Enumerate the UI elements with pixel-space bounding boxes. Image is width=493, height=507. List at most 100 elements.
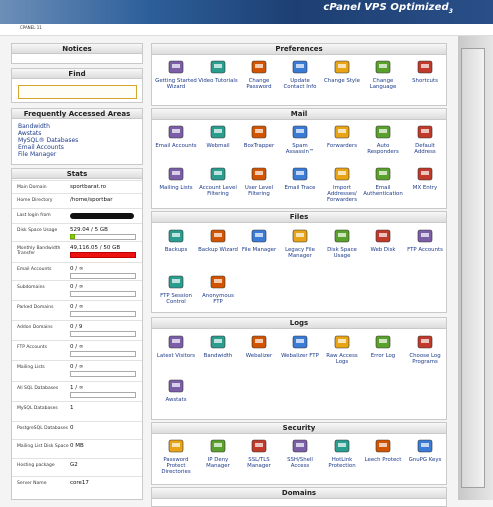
faa-link-2[interactable]: MySQL® Databases	[18, 137, 142, 144]
logs-item-webalizer[interactable]: Webalizer	[238, 333, 280, 359]
webalizer-icon	[251, 335, 267, 349]
preferences-item-video-tutorials[interactable]: Video Tutorials	[197, 58, 239, 84]
item-label: Backups	[164, 247, 188, 253]
usage-bar	[70, 291, 136, 297]
mail-item-mailing-lists[interactable]: Mailing Lists	[155, 165, 197, 191]
item-label: Mailing Lists	[159, 185, 193, 191]
stat-value: 0	[70, 425, 74, 431]
security-item-password-protect-directories[interactable]: Password Protect Directories	[155, 437, 197, 475]
user-filter-icon	[251, 167, 267, 181]
notices-title: Notices	[12, 44, 142, 54]
security-title: Security	[152, 423, 446, 434]
files-item-disk-space-usage[interactable]: Disk Space Usage	[321, 227, 363, 259]
files-item-file-manager[interactable]: File Manager	[238, 227, 280, 253]
mail-item-forwarders[interactable]: Forwarders	[321, 123, 363, 149]
stat-row: FTP Accounts 0 / ∞	[12, 340, 142, 360]
bandwidth-icon	[210, 335, 226, 349]
faa-link-3[interactable]: Email Accounts	[18, 144, 142, 151]
mail-item-email-accounts[interactable]: Email Accounts	[155, 123, 197, 149]
lock-folder-icon	[168, 439, 184, 453]
ip-deny-icon	[210, 439, 226, 453]
logs-item-raw-access-logs[interactable]: Raw Access Logs	[321, 333, 363, 365]
security-item-ssl-tls-manager[interactable]: SSL/TLS Manager	[238, 437, 280, 469]
film-clapper-icon	[210, 60, 226, 74]
find-title: Find	[12, 69, 142, 79]
redacted-ip	[70, 213, 134, 219]
mail-item-spam-assassin[interactable]: Spam Assassin™	[279, 123, 321, 155]
find-input[interactable]	[18, 85, 137, 99]
faa-link-4[interactable]: File Manager	[18, 151, 142, 158]
stat-row: Last login from	[12, 208, 142, 223]
logs-item-choose-log-programs[interactable]: Choose Log Programs	[404, 333, 446, 365]
logs-item-awstats[interactable]: Awstats	[155, 377, 197, 403]
logs-item-error-log[interactable]: Error Log	[362, 333, 404, 359]
ssl-icon	[251, 439, 267, 453]
files-item-anonymous-ftp[interactable]: Anonymous FTP	[197, 273, 239, 305]
item-label: File Manager	[241, 247, 277, 253]
mail-item-account-level-filtering[interactable]: Account Level Filtering	[197, 165, 239, 197]
mail-item-email-authentication[interactable]: Email Authentication	[362, 165, 404, 197]
stat-value: 0 / 9	[70, 324, 83, 330]
stats-panel: Stats Main Domain sportbarat.ro Home Direc…	[11, 168, 143, 500]
preferences-item-change-password[interactable]: Change Password	[238, 58, 280, 90]
boxtrapper-icon	[251, 125, 267, 139]
mail-item-mx-entry[interactable]: MX Entry	[404, 165, 446, 191]
mail-item-import-addresses-forwarders[interactable]: Import Addresses/ Forwarders	[321, 165, 363, 203]
faa-link-1[interactable]: Awstats	[18, 130, 142, 137]
preferences-item-getting-started-wizard[interactable]: Getting Started Wizard	[155, 58, 197, 90]
files-item-web-disk[interactable]: Web Disk	[362, 227, 404, 253]
stat-value: 1	[70, 405, 74, 411]
stat-row: Disk Space Usage 529.04 / 5 GB	[12, 223, 142, 241]
security-item-leech-protect[interactable]: Leech Protect	[362, 437, 404, 463]
files-item-backups[interactable]: Backups	[155, 227, 197, 253]
stat-value: 1 / ∞	[70, 385, 84, 391]
item-label: MX Entry	[412, 185, 438, 191]
preferences-item-update-contact-info[interactable]: Update Contact Info	[279, 58, 321, 90]
logs-item-latest-visitors[interactable]: Latest Visitors	[155, 333, 197, 359]
stat-value: 49,116.05 / 50 GB	[70, 245, 121, 251]
stat-label: Parked Domains	[17, 305, 54, 310]
preferences-item-change-style[interactable]: Change Style	[321, 58, 363, 84]
logs-item-webalizer-ftp[interactable]: Webalizer FTP	[279, 333, 321, 359]
envelope-icon	[168, 125, 184, 139]
mail-item-default-address[interactable]: Default Address	[404, 123, 446, 155]
mail-item-auto-responders[interactable]: Auto Responders	[362, 123, 404, 155]
preferences-item-change-language[interactable]: Change Language	[362, 58, 404, 90]
preferences-item-shortcuts[interactable]: Shortcuts	[404, 58, 446, 84]
mail-title: Mail	[152, 109, 446, 120]
item-label: Account Level Filtering	[199, 185, 237, 197]
security-item-hotlink-protection[interactable]: HotLink Protection	[321, 437, 363, 469]
mail-item-user-level-filtering[interactable]: User Level Filtering	[238, 165, 280, 197]
item-label: FTP Session Control	[160, 293, 192, 305]
files-item-ftp-session-control[interactable]: FTP Session Control	[155, 273, 197, 305]
security-section: Security Password Protect Directories IP …	[151, 422, 447, 485]
item-label: Email Accounts	[155, 143, 197, 149]
mail-item-boxtrapper[interactable]: BoxTrapper	[238, 123, 280, 149]
item-label: HotLink Protection	[328, 457, 356, 469]
files-item-backup-wizard[interactable]: Backup Wizard	[197, 227, 239, 253]
stat-label: Home Directory	[17, 198, 53, 203]
files-item-ftp-accounts[interactable]: FTP Accounts	[404, 227, 446, 253]
stat-value: core17	[70, 480, 89, 486]
security-item-gnupg-keys[interactable]: GnuPG Keys	[404, 437, 446, 463]
stat-row: Subdomains 0 / ∞	[12, 280, 142, 300]
item-label: Email Authentication	[363, 185, 403, 197]
security-item-ip-deny-manager[interactable]: IP Deny Manager	[197, 437, 239, 469]
item-label: Getting Started Wizard	[155, 78, 197, 90]
stat-row: Main Domain sportbarat.ro	[12, 180, 142, 193]
logs-item-bandwidth[interactable]: Bandwidth	[197, 333, 239, 359]
mail-section: Mail Email Accounts Webmail BoxTrapper Spam…	[151, 108, 447, 209]
item-label: Video Tutorials	[198, 78, 238, 84]
cpanel-logo: cPanel VPS Optimized3	[323, 2, 453, 15]
folder-icon	[251, 229, 267, 243]
mail-item-email-trace[interactable]: Email Trace	[279, 165, 321, 191]
security-item-ssh-shell-access[interactable]: SSH/Shell Access	[279, 437, 321, 469]
scrollbar-thumb[interactable]	[461, 48, 485, 488]
item-label: User Level Filtering	[244, 185, 274, 197]
faa-link-0[interactable]: Bandwidth	[18, 123, 142, 130]
item-label: Spam Assassin™	[285, 143, 315, 155]
stat-label: Addon Domains	[17, 325, 53, 330]
stat-row: PostgreSQL Databases 0	[12, 421, 142, 439]
mail-item-webmail[interactable]: Webmail	[197, 123, 239, 149]
files-item-legacy-file-manager[interactable]: Legacy File Manager	[279, 227, 321, 259]
